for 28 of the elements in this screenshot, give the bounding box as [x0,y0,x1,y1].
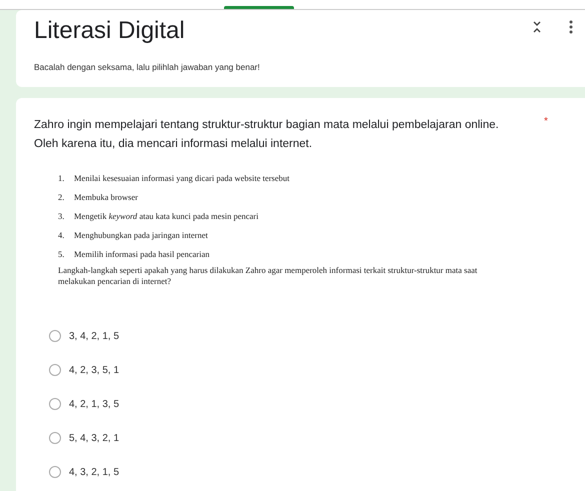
tab-indicator [224,6,294,9]
radio-button[interactable] [49,432,61,444]
step-text: Membuka browser [74,192,138,202]
step-text: Menghubungkan pada jaringan internet [74,230,208,240]
option-label[interactable]: 4, 2, 3, 5, 1 [69,364,120,376]
step-text: Menilai kesesuaian informasi yang dicari pada website tersebut [74,172,290,182]
required-mark: * [544,116,548,129]
option-label[interactable]: 3, 4, 2, 1, 5 [69,330,120,342]
step-number: 2. [58,192,66,202]
step-number: 5. [58,248,66,258]
question-prompt: Langkah-langkah seperti apakah yang harus dilakukan Zahro agar memperoleh informasi terkait struktur-struktur mata saat melakukan pencarian di internet? [58,265,478,287]
radio-button[interactable] [49,330,61,342]
more-icon[interactable] [569,20,573,34]
question-text: Zahro ingin mempelajari tentang struktur-struktur bagian mata melalui pembelajaran online. Oleh karena itu, dia mencari informasi melalui internet. [34,118,500,152]
radio-button[interactable] [49,398,61,410]
step-text: Mengetik keyword atau kata kunci pada mesin pencari [74,210,258,220]
form-title: Literasi Digital [34,16,185,46]
option-label[interactable]: 5, 4, 3, 2, 1 [69,432,120,444]
radio-button[interactable] [49,364,61,376]
step-number: 3. [58,210,66,220]
option-label[interactable]: 4, 2, 1, 3, 5 [69,398,120,410]
step-number: 4. [58,230,66,240]
collapse-icon[interactable] [533,21,541,33]
step-text: Memilih informasi pada hasil pencarian [74,248,210,258]
option-label[interactable]: 4, 3, 2, 1, 5 [69,466,120,478]
radio-button[interactable] [49,466,61,478]
form-description: Bacalah dengan seksama, lalu pilihlah jawaban yang benar! [34,62,261,72]
step-number: 1. [58,172,66,182]
